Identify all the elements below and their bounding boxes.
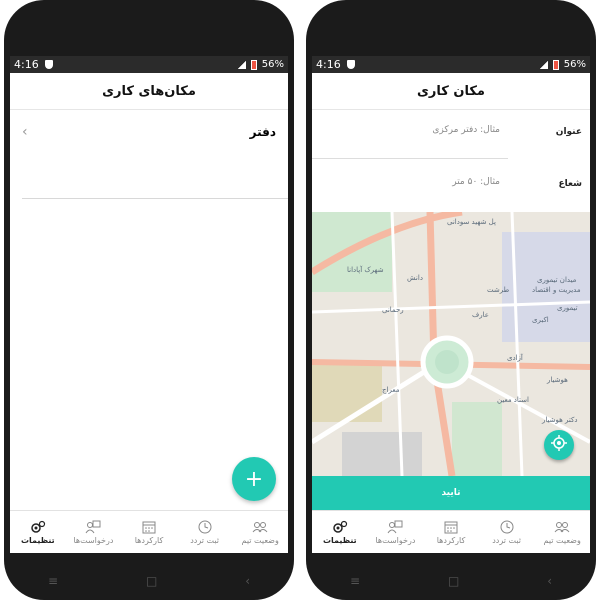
back-icon[interactable]: ‹ bbox=[547, 574, 552, 588]
page-title: مکان کاری bbox=[312, 73, 590, 110]
battery-icon bbox=[250, 59, 257, 70]
nav-label: کارکردها bbox=[134, 535, 164, 545]
nav-settings[interactable]: تنظیمات bbox=[312, 511, 368, 553]
map-label: مدیریت و اقتصاد bbox=[532, 286, 581, 294]
nav-label: تنظیمات bbox=[20, 535, 55, 545]
signal-icon bbox=[237, 60, 246, 69]
map-label: آزادی bbox=[507, 353, 524, 362]
map-label: پل شهید سودانی bbox=[447, 218, 496, 226]
status-bar: 4:16 56% bbox=[312, 56, 590, 73]
right-phone: 4:16 56% مکان کاری عنوان مثال: دفتر مرکز… bbox=[306, 0, 596, 600]
title-field-row: عنوان مثال: دفتر مرکزی bbox=[312, 109, 590, 159]
nav-label: درخواست‌ها bbox=[73, 535, 114, 545]
left-screen: 4:16 56% مکان‌های کاری ‹ دفتر + وضعیت تی… bbox=[10, 56, 288, 553]
nav-team-status[interactable]: وضعیت تیم bbox=[232, 511, 288, 553]
my-location-button[interactable] bbox=[544, 430, 574, 460]
back-icon[interactable]: ‹ bbox=[245, 574, 250, 588]
title-field-label: عنوان bbox=[555, 127, 582, 137]
map-label: دانش bbox=[407, 274, 423, 282]
shield-icon bbox=[44, 60, 53, 69]
nav-requests[interactable]: درخواست‌ها bbox=[66, 511, 122, 553]
status-time: 4:16 bbox=[316, 58, 341, 71]
title-field-underline bbox=[312, 158, 508, 159]
add-location-button[interactable]: + bbox=[232, 457, 276, 501]
map-label: دکتر هوشیار bbox=[541, 416, 577, 424]
nav-team-status[interactable]: وضعیت تیم bbox=[534, 511, 590, 553]
map-label: هوشیار bbox=[546, 376, 568, 384]
battery-text: 56% bbox=[563, 59, 586, 70]
map-label: تیموری bbox=[557, 304, 578, 312]
menu-icon[interactable]: ≡ bbox=[350, 574, 360, 588]
nav-worklogs[interactable]: کارکردها bbox=[121, 511, 177, 553]
menu-icon[interactable]: ≡ bbox=[48, 574, 58, 588]
map-label: شهرک آپادانا bbox=[347, 265, 384, 274]
home-icon[interactable]: □ bbox=[146, 574, 157, 588]
chevron-left-icon: ‹ bbox=[22, 124, 28, 140]
nav-requests[interactable]: درخواست‌ها bbox=[368, 511, 424, 553]
status-bar: 4:16 56% bbox=[10, 56, 288, 73]
team-status-icon bbox=[252, 520, 268, 534]
map-label: عارف bbox=[472, 311, 489, 319]
nav-attendance[interactable]: ثبت تردد bbox=[177, 511, 233, 553]
nav-label: ثبت تردد bbox=[492, 535, 522, 545]
shield-icon bbox=[346, 60, 355, 69]
radius-field-label: شعاع bbox=[558, 179, 582, 189]
clock-icon bbox=[197, 520, 213, 534]
settings-icon bbox=[332, 520, 348, 534]
right-screen: 4:16 56% مکان کاری عنوان مثال: دفتر مرکز… bbox=[312, 56, 590, 553]
calendar-icon bbox=[443, 520, 459, 534]
map-label: استاد معین bbox=[497, 396, 529, 404]
nav-label: تنظیمات bbox=[322, 535, 357, 545]
map-label: میدان تیموری bbox=[537, 276, 577, 284]
clock-icon bbox=[499, 520, 515, 534]
calendar-icon bbox=[141, 520, 157, 534]
radius-field[interactable]: مثال: ۵۰ متر bbox=[452, 177, 500, 187]
nav-attendance[interactable]: ثبت تردد bbox=[479, 511, 535, 553]
confirm-button[interactable]: تایید bbox=[312, 476, 590, 510]
map-label: معراج bbox=[382, 386, 400, 394]
crosshair-icon bbox=[551, 435, 567, 455]
nav-worklogs[interactable]: کارکردها bbox=[423, 511, 479, 553]
list-item[interactable]: ‹ دفتر bbox=[10, 112, 288, 152]
requests-icon bbox=[85, 520, 101, 534]
requests-icon bbox=[387, 520, 403, 534]
map-label: اکبری bbox=[532, 316, 549, 324]
title-field[interactable]: مثال: دفتر مرکزی bbox=[432, 125, 500, 135]
team-status-icon bbox=[554, 520, 570, 534]
battery-text: 56% bbox=[261, 59, 284, 70]
nav-settings[interactable]: تنظیمات bbox=[10, 511, 66, 553]
status-time: 4:16 bbox=[14, 58, 39, 71]
list-item-label: دفتر bbox=[249, 125, 276, 139]
divider bbox=[22, 198, 288, 199]
nav-label: وضعیت تیم bbox=[543, 535, 581, 545]
battery-icon bbox=[552, 59, 559, 70]
home-icon[interactable]: □ bbox=[448, 574, 459, 588]
android-softkeys: ≡ □ ‹ bbox=[306, 570, 596, 592]
nav-label: درخواست‌ها bbox=[375, 535, 416, 545]
map-label: رحمانی bbox=[382, 306, 404, 314]
nav-label: وضعیت تیم bbox=[241, 535, 279, 545]
bottom-nav: وضعیت تیم ثبت تردد کارکردها درخواست‌ها ت… bbox=[312, 510, 590, 553]
settings-icon bbox=[30, 520, 46, 534]
bottom-nav: وضعیت تیم ثبت تردد کارکردها درخواست‌ها ت… bbox=[10, 510, 288, 553]
radius-field-row: شعاع مثال: ۵۰ متر bbox=[312, 161, 590, 211]
nav-label: ثبت تردد bbox=[190, 535, 220, 545]
android-softkeys: ≡ □ ‹ bbox=[4, 570, 294, 592]
signal-icon bbox=[539, 60, 548, 69]
map-label: طرشت bbox=[487, 286, 510, 294]
nav-label: کارکردها bbox=[436, 535, 466, 545]
page-title: مکان‌های کاری bbox=[10, 73, 288, 110]
left-phone: 4:16 56% مکان‌های کاری ‹ دفتر + وضعیت تی… bbox=[4, 0, 294, 600]
